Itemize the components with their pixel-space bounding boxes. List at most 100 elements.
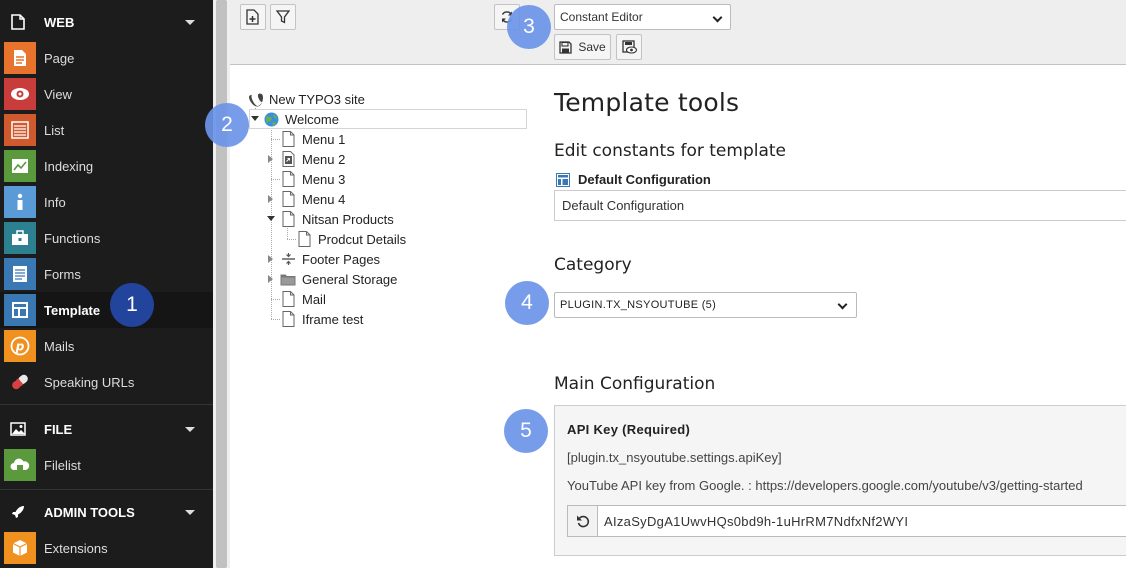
tree-node-menu-4[interactable]: Menu 4 [280, 189, 345, 209]
admin-tools-icon [0, 494, 36, 530]
tree-node-welcome[interactable]: Welcome [263, 109, 339, 129]
module-group-admin-tools[interactable]: ADMIN TOOLS [0, 494, 213, 530]
callout-badge: 2 [205, 103, 249, 147]
page-icon [296, 231, 312, 247]
chevron-down-icon [712, 12, 723, 23]
expand-icon[interactable] [268, 195, 273, 203]
module-item-filelist[interactable]: Filelist [0, 447, 213, 483]
module-item-mails[interactable]: p Mails [0, 328, 213, 364]
module-item-list[interactable]: List [0, 112, 213, 148]
module-item-label: Mails [44, 338, 75, 354]
chevron-down-icon[interactable] [185, 510, 195, 515]
module-item-view[interactable]: View [0, 76, 213, 112]
api-key-title: API Key (Required) [567, 422, 691, 437]
tree-node-label: Menu 2 [302, 151, 346, 167]
tree-node-general-storage[interactable]: General Storage [280, 269, 397, 289]
tree-node-menu-3[interactable]: Menu 3 [280, 169, 345, 189]
expand-icon[interactable] [268, 275, 273, 283]
tree-node-menu-1[interactable]: Menu 1 [280, 129, 345, 149]
filter-icon [276, 10, 290, 24]
spacer-icon [280, 251, 296, 267]
api-key-input[interactable] [598, 506, 1126, 536]
list-icon [4, 114, 36, 146]
undo-icon [576, 515, 589, 528]
save-button[interactable]: Save [554, 34, 611, 60]
module-item-info[interactable]: Info [0, 184, 213, 220]
tree-node-mail[interactable]: Mail [280, 289, 326, 309]
chevron-down-icon[interactable] [185, 20, 195, 25]
module-item-page[interactable]: Page [0, 40, 213, 76]
module-item-speaking-urls[interactable]: Speaking URLs [0, 364, 213, 400]
module-item-label: Speaking URLs [44, 374, 135, 390]
module-item-functions[interactable]: Functions [0, 220, 213, 256]
module-group-file[interactable]: FILE [0, 411, 213, 447]
expand-icon[interactable] [268, 155, 273, 163]
category-select-value: PLUGIN.TX_NSYOUTUBE (5) [560, 299, 717, 311]
collapse-icon[interactable] [267, 216, 275, 221]
module-item-template[interactable]: Template [0, 292, 213, 328]
module-group-title: WEB [44, 14, 75, 30]
collapse-icon[interactable] [251, 116, 259, 121]
expand-icon[interactable] [268, 255, 273, 263]
module-item-label: View [44, 86, 72, 102]
typo3-icon [247, 91, 263, 107]
tree-node-iframe-test[interactable]: Iframe test [280, 309, 363, 329]
scrollbar[interactable] [213, 0, 230, 568]
tree-node-label: Nitsan Products [302, 211, 394, 227]
tree-node-label: Footer Pages [302, 251, 381, 267]
module-item-indexing[interactable]: Indexing [0, 148, 213, 184]
mails-icon: p [4, 330, 36, 362]
module-menu: WEB Page View List Indexing Info Functio… [0, 0, 213, 568]
main-configuration-heading: Main Configuration [554, 374, 716, 394]
api-key-path: [plugin.tx_nsyoutube.settings.apiKey] [567, 450, 782, 465]
category-select[interactable]: PLUGIN.TX_NSYOUTUBE (5) [554, 292, 857, 318]
menu-divider [0, 404, 213, 405]
forms-icon [4, 258, 36, 290]
callout-badge: 4 [505, 281, 549, 325]
page-icon [280, 291, 296, 307]
tree-guide-line [287, 239, 296, 240]
file-icon [0, 411, 36, 447]
save-icon [559, 40, 572, 54]
tree-node-menu-2[interactable]: Menu 2 [280, 149, 345, 169]
module-group-web[interactable]: WEB [0, 4, 213, 40]
template-icon [556, 172, 570, 187]
module-item-extensions[interactable]: Extensions [0, 530, 213, 566]
tree-node-footer-pages[interactable]: Footer Pages [280, 249, 380, 269]
tree-node-label: Prodcut Details [318, 231, 407, 247]
page-title: Template tools [554, 88, 740, 117]
tree-node-nitsan-products[interactable]: Nitsan Products [280, 209, 394, 229]
save-and-view-button[interactable] [616, 34, 642, 60]
module-item-label: Template [44, 302, 101, 318]
page-icon [280, 211, 296, 227]
tree-node-label: New TYPO3 site [269, 91, 365, 107]
chevron-down-icon[interactable] [185, 427, 195, 432]
menu-divider [0, 489, 213, 490]
new-page-button[interactable] [240, 4, 266, 30]
module-group-title: ADMIN TOOLS [44, 504, 135, 520]
filter-button[interactable] [270, 4, 296, 30]
module-item-forms[interactable]: Forms [0, 256, 213, 292]
svg-text:p: p [15, 340, 25, 354]
tree-node-root[interactable]: New TYPO3 site [247, 89, 365, 109]
module-group-title: FILE [44, 421, 73, 437]
module-item-label: Indexing [44, 158, 94, 174]
speaking-urls-icon [4, 366, 36, 398]
template-field-value: Default Configuration [562, 198, 685, 213]
scrollbar-thumb[interactable] [216, 0, 227, 568]
module-item-label: Filelist [44, 457, 81, 473]
filelist-icon [4, 449, 36, 481]
tree-guide-line [271, 179, 280, 180]
tree-node-prodcut-details[interactable]: Prodcut Details [296, 229, 406, 249]
function-select[interactable]: Constant Editor [554, 4, 731, 30]
api-key-field [567, 505, 1126, 537]
shortcut-page-icon [280, 151, 296, 167]
chevron-down-icon [837, 299, 848, 310]
tree-guide-line [287, 228, 288, 239]
reset-button[interactable] [568, 506, 598, 536]
indexing-icon [4, 150, 36, 182]
page-icon [4, 42, 36, 74]
tree-node-label: General Storage [302, 271, 398, 287]
tree-node-label: Iframe test [302, 311, 364, 327]
module-item-label: Extensions [44, 540, 108, 556]
